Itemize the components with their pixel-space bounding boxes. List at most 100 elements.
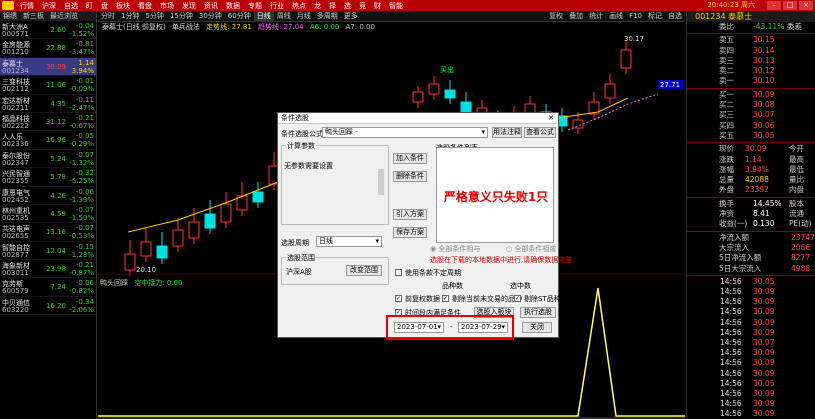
tab-period[interactable]: 30分钟 (196, 11, 225, 21)
run-screen-button[interactable]: 执行选股 (520, 307, 556, 318)
menu-item[interactable]: 龙 (310, 1, 325, 11)
delete-condition-button[interactable]: 删除条件 (393, 171, 427, 182)
menu-item[interactable]: 行业 (266, 1, 288, 11)
toolbar-item[interactable]: F10 (626, 11, 645, 22)
list-item[interactable]: 金房能源 001210 22.88 -0.81 -3.47% (0, 39, 96, 58)
quote-price: 30.06 (753, 120, 775, 130)
list-item[interactable]: 泰尔股份 002347 5.24 -0.07 -1.32% (0, 150, 96, 169)
tab-period[interactable]: 60分钟 (225, 11, 254, 21)
toolbar-item[interactable]: 复权 (546, 11, 566, 22)
menu-item[interactable]: 发现 (178, 1, 200, 11)
menu-item[interactable]: 市场 (156, 1, 178, 11)
tab-period[interactable]: 15分钟 (167, 11, 196, 21)
menu-item[interactable]: 沪深 (38, 1, 60, 11)
quote-label: 买五 (719, 130, 734, 140)
radio-all-and[interactable]: ◉ 全部条件相与 (430, 244, 480, 254)
toolbar-item[interactable]: 统计 (586, 11, 606, 22)
list-tab[interactable]: 锦绣 (0, 11, 20, 21)
close-icon[interactable]: × (799, 1, 813, 10)
list-item[interactable]: 共达电声 002655 13.16 -0.07 -0.53% (0, 223, 96, 242)
list-item[interactable]: 宏达新材 002211 4.35 -0.11 -2.47% (0, 95, 96, 113)
tab-period[interactable]: 更多 (341, 11, 361, 21)
tab-period[interactable]: 月线 (294, 11, 314, 21)
candle-body (428, 83, 440, 95)
tab-period[interactable]: 周线 (274, 11, 294, 21)
menu-item[interactable]: 自选 (60, 1, 82, 11)
minimize-icon[interactable]: – (767, 1, 781, 10)
menu-item[interactable]: 竞 (355, 1, 370, 11)
prev-rights-checkbox[interactable]: ✓ (395, 295, 402, 302)
menu-item[interactable]: 看盘 (134, 1, 156, 11)
params-scrollbar[interactable] (378, 169, 384, 195)
menu-item[interactable]: 智能 (385, 1, 407, 11)
tick-time: 14:56 (720, 409, 742, 419)
maximize-icon[interactable]: □ (783, 1, 797, 10)
formula-select[interactable]: 鸭头回踩 - ▾ (322, 127, 488, 138)
quote-price: 30.12 (753, 66, 775, 76)
list-item[interactable]: 兴民智通 002355 5.78 -0.32 -5.25% (0, 168, 96, 187)
exclude-suspended-checkbox[interactable]: ✓ (442, 295, 449, 302)
radio-all-or[interactable]: ○ 全部条件相或 (506, 244, 556, 254)
tab-period[interactable]: 多周期 (314, 11, 341, 21)
menu-item[interactable]: 择 (325, 1, 340, 11)
stock-pct: -2.06% (69, 305, 94, 314)
tab-period[interactable]: 1分钟 (118, 11, 142, 21)
menu-item[interactable]: 选 (340, 1, 355, 11)
candle-body (156, 245, 168, 259)
menu-item[interactable]: 盘 (97, 1, 112, 11)
ask-rows: 卖五 30.15 卖四 30.14 卖三 30.13 卖二 30.12 卖一 30.10 (687, 35, 815, 86)
candle-body (620, 49, 632, 69)
period-select[interactable]: 日线 ▾ (316, 236, 382, 247)
quote-label: 卖一 (719, 76, 734, 86)
menu-item[interactable]: 资讯 (200, 1, 222, 11)
stock-price: 31.12 (45, 117, 66, 126)
use-cycle-checkbox[interactable] (395, 269, 402, 276)
annotation-text: 严格意义只失败1只 (443, 190, 549, 204)
menu-item[interactable]: 专题 (244, 1, 266, 11)
list-item[interactable]: 林州重机 002535 4.59 -0.07 -1.50% (0, 205, 96, 224)
condition-list[interactable]: 严格意义只失败1只 (436, 147, 554, 243)
list-item[interactable]: 三变科技 002112 11.06 -0.01 -0.09% (0, 76, 96, 95)
list-item[interactable]: 中贝通信 603220 16.20 -0.34 -2.06% (0, 297, 96, 316)
list-item[interactable]: 智能自控 002877 12.04 -0.15 -1.23% (0, 242, 96, 261)
tab-period[interactable]: 分时 (98, 11, 118, 21)
tick-price: 30.09 (753, 297, 775, 307)
tab-period[interactable]: 日线 (253, 11, 274, 21)
add-condition-button[interactable]: 加入条件 (393, 153, 427, 164)
toolbar-item[interactable]: 标记 (645, 11, 665, 22)
view-formula-button[interactable]: 查看公式 (524, 127, 556, 138)
stock-price: 7.24 (50, 283, 66, 292)
menu-item[interactable]: 数据 (222, 1, 244, 11)
quote-row: 卖二 30.12 (687, 66, 815, 76)
change-range-button[interactable]: 改变范围 (346, 265, 382, 276)
save-plan-button[interactable]: 保存方案 (393, 227, 427, 238)
list-item[interactable]: 新大洲A 000571 2.60 -0.04 -1.52% (0, 21, 96, 40)
tick-row: 14:56 30.09 (687, 287, 815, 297)
exclude-st-checkbox[interactable]: ✓ (514, 295, 521, 302)
toolbar-item[interactable]: 自选 (665, 11, 685, 22)
menu-item[interactable]: 财 (370, 1, 385, 11)
tick-time: 14:56 (720, 358, 742, 368)
list-item[interactable]: 人人乐 002336 16.96 -0.05 -0.29% (0, 131, 96, 150)
dialog-close-icon[interactable]: ✕ (546, 113, 556, 123)
list-item[interactable]: 泰慕士 001234 30.09 1.14 3.94% (0, 57, 96, 77)
bid-rows: 买一 30.09 买二 30.08 买三 30.07 买四 30.06 买五 30.05 (687, 90, 815, 141)
list-tab[interactable]: 新三板 (20, 11, 47, 21)
toolbar-item[interactable]: 叠加 (566, 11, 586, 22)
menu-item[interactable]: 板块 (112, 1, 134, 11)
stock-price: 16.96 (45, 136, 66, 145)
list-item[interactable]: 福晶科技 002222 31.12 -0.21 -0.67% (0, 113, 96, 132)
list-item[interactable]: 海象新材 003011 23.98 -0.21 -0.87% (0, 260, 96, 279)
close-button[interactable]: 关闭 (522, 322, 552, 333)
menu-item[interactable]: 热点 (288, 1, 310, 11)
import-plan-button[interactable]: 引入方案 (393, 209, 427, 220)
menu-item[interactable]: 行情 (16, 1, 38, 11)
menu-item[interactable]: 盯 (82, 1, 97, 11)
toolbar-item[interactable]: 画线 (606, 11, 626, 22)
tab-period[interactable]: 5分钟 (142, 11, 166, 21)
stock-change: -0.11 (75, 95, 94, 104)
usage-button[interactable]: 用法注释 (492, 127, 522, 138)
list-item[interactable]: 康恩电气 002452 4.26 -0.06 -1.39% (0, 187, 96, 205)
list-tab[interactable]: 最近浏览 (47, 11, 81, 21)
list-item[interactable]: 克劳斯 600579 7.24 -0.06 -0.82% (0, 278, 96, 297)
